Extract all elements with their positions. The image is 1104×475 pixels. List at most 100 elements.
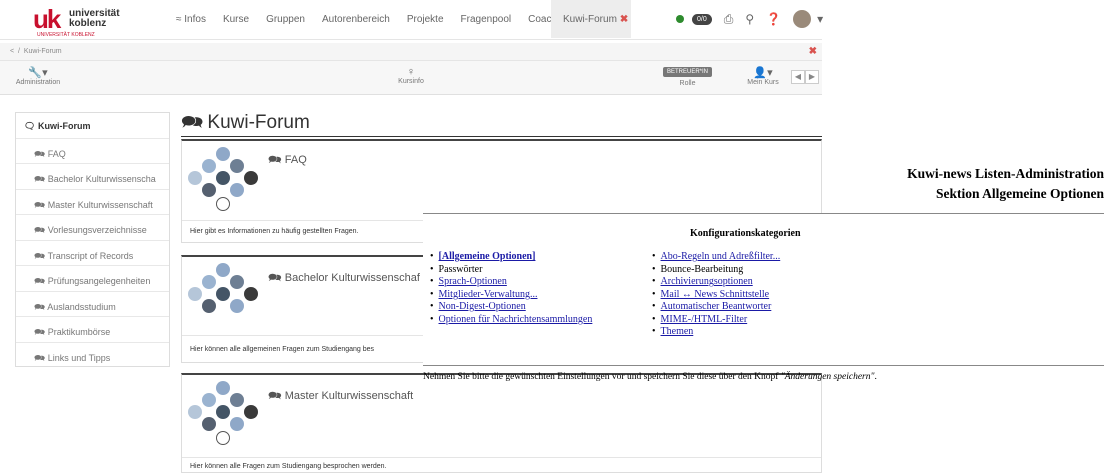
course-toolbar: 🔧▾ Administration ♀ Kursinfo BETREUER*IN… (0, 61, 822, 95)
role-selector[interactable]: BETREUER*IN Rolle (650, 67, 725, 87)
breadcrumb-current: Kuwi-Forum (23, 48, 62, 55)
config-categories-left: [Allgemeine Optionen] Passwörter Sprach-… (430, 251, 593, 326)
sidebar-item-kuwi-forum[interactable]: 🗨 Kuwi-Forum (16, 113, 169, 139)
forum-card-title[interactable]: 🗪 Master Kulturwissenschaft (268, 387, 413, 406)
sidebar-item-label: Bachelor Kulturwissenscha (47, 174, 156, 184)
forum-thumbnail (188, 147, 260, 223)
tab-kuwi-forum[interactable]: Kuwi-Forum ✖ (551, 0, 631, 38)
sidebar-item-label: Links und Tipps (47, 352, 111, 363)
role-dropdown[interactable]: BETREUER*IN (662, 67, 712, 77)
page-title-text: Kuwi-Forum (207, 112, 310, 133)
print-icon[interactable]: ⎙ (724, 12, 734, 27)
sidebar-item-transcript[interactable]: 🗪 Transcript of Records (16, 241, 169, 266)
sidebar-item-links[interactable]: 🗪 Links und Tipps (16, 343, 169, 369)
category-themen[interactable]: Themen (661, 326, 694, 337)
nav-item-kurse[interactable]: Kurse (223, 14, 249, 25)
category-mitglieder-verwaltung[interactable]: Mitglieder-Verwaltung... (439, 289, 538, 300)
category-non-digest-optionen[interactable]: Non-Digest-Optionen (439, 301, 526, 312)
sidebar-item-label: Prüfungsangelegenheiten (47, 276, 151, 286)
forum-icon: 🗪 (268, 154, 282, 166)
category-mime-html-filter[interactable]: MIME-/HTML-Filter (661, 314, 748, 325)
back-button[interactable]: < (10, 48, 14, 55)
logo-line-2: koblenz (69, 18, 107, 29)
close-icon[interactable]: ✖ (809, 46, 817, 57)
config-categories-right: Abo-Regeln und Adreßfilter... Bounce-Bea… (652, 251, 781, 339)
sidebar-item-bachelor[interactable]: 🗪 Bachelor Kulturwissenscha (16, 164, 169, 190)
forum-icon: 🗪 (268, 390, 282, 402)
forum-card-title-text: FAQ (284, 154, 307, 166)
user-avatar[interactable] (793, 10, 812, 28)
university-logo[interactable]: uk universität koblenz UNIVERSITÄT KOBLE… (33, 4, 143, 38)
course-pager: ◀ ▶ (791, 70, 819, 84)
online-status-icon[interactable] (676, 15, 684, 23)
next-button[interactable]: ▶ (805, 70, 819, 84)
tab-kuwi-forum-label: Kuwi-Forum (563, 14, 617, 25)
breadcrumb: < / Kuwi-Forum ✖ (0, 43, 822, 61)
chevron-down-icon[interactable]: ▾ (817, 12, 823, 26)
save-instructions-text: Nehmen Sie bitte die gewünschten Einstel… (423, 372, 781, 382)
nav-item-infos[interactable]: ≈ Infos (176, 14, 206, 25)
category-sprach-optionen[interactable]: Sprach-Optionen (439, 276, 507, 287)
wrench-icon: 🔧▾ (28, 67, 48, 79)
forum-card-title-text: Bachelor Kulturwissenschaf (284, 272, 420, 284)
user-icon: 👤▾ (753, 67, 773, 79)
category-archivierungsoptionen[interactable]: Archivierungsoptionen (661, 276, 753, 287)
list-admin-title: Kuwi-news Listen-Administration (907, 166, 1104, 181)
help-icon[interactable]: ❓ (766, 12, 781, 26)
forum-card-title[interactable]: 🗪 Bachelor Kulturwissenschaf (268, 269, 420, 288)
sidebar-item-vorlesungsverzeichnisse[interactable]: 🗪 Vorlesungsverzeichnisse (16, 215, 169, 241)
category-allgemeine-optionen[interactable]: [Allgemeine Optionen] (439, 251, 536, 262)
category-bounce-bearbeitung: Bounce-Bearbeitung (660, 263, 744, 275)
forum-card-title[interactable]: 🗪 FAQ (268, 151, 307, 170)
close-tab-icon[interactable]: ✖ (620, 14, 628, 25)
category-abo-regeln[interactable]: Abo-Regeln und Adreßfilter... (661, 251, 781, 262)
overlay-blank-area (423, 150, 810, 213)
chat-count-badge[interactable]: 0/0 (692, 13, 712, 25)
previous-button[interactable]: ◀ (791, 70, 805, 84)
sidebar-item-master[interactable]: 🗪 Master Kulturwissenschaft (16, 190, 169, 215)
save-instructions: Nehmen Sie bitte die gewünschten Einstel… (423, 372, 877, 382)
forum-card-title-text: Master Kulturwissenschaft (284, 390, 414, 402)
forum-card-description: Hier gibt es Informationen zu häufig ges… (190, 228, 359, 235)
nav-item-gruppen[interactable]: Gruppen (266, 14, 305, 25)
sidebar-item-label: Auslandsstudium (47, 301, 116, 312)
sidebar-item-praktikum[interactable]: 🗪 Praktikumbörse (16, 317, 169, 343)
forum-icon: 🗪 (34, 199, 46, 210)
kursinfo-label: Kursinfo (398, 78, 424, 85)
config-categories-title: Konfigurationskategorien (690, 228, 801, 239)
sidebar: 🗨 Kuwi-Forum 🗪 FAQ 🗪 Bachelor Kulturwiss… (15, 112, 170, 367)
forum-icon: 🗪 (34, 174, 46, 184)
sidebar-item-label: Vorlesungsverzeichnisse (47, 225, 147, 235)
category-automatischer-beantworter[interactable]: Automatischer Beantworter (661, 301, 772, 312)
sidebar-item-ausland[interactable]: 🗪 Auslandsstudium (16, 292, 169, 317)
sidebar-item-label: Transcript of Records (47, 250, 134, 261)
logo-tag: UNIVERSITÄT KOBLENZ (37, 32, 95, 38)
forum-card-description: Hier können alle Fragen zum Studiengang … (190, 463, 387, 470)
forum-icon: 🗪 (181, 112, 204, 132)
forum-card-master[interactable]: 🗪 Master Kulturwissenschaft Hier können … (181, 373, 822, 473)
logo-mark: uk (33, 4, 61, 34)
nav-tools: 0/0 ⎙ ⚲ ❓ ▾ (676, 10, 835, 28)
forum-icon: 🗪 (34, 301, 46, 312)
category-nachrichtensammlungen[interactable]: Optionen für Nachrichtensammlungen (439, 314, 593, 325)
sidebar-item-label: FAQ (47, 148, 66, 159)
kursinfo-button[interactable]: ♀ Kursinfo (371, 66, 451, 85)
forum-thumbnail (188, 381, 260, 457)
forum-icon: 🗪 (34, 352, 46, 363)
forum-icon: 🗪 (34, 250, 46, 261)
mein-kurs-button[interactable]: 👤▾ Mein Kurs (740, 66, 786, 86)
save-instructions-end: . (874, 372, 877, 382)
search-icon[interactable]: ⚲ (745, 12, 754, 26)
sidebar-item-faq[interactable]: 🗪 FAQ (16, 139, 169, 164)
nav-item-autorenbereich[interactable]: Autorenbereich (322, 14, 390, 25)
forum-card-description: Hier können alle allgemeinen Fragen zum … (190, 346, 375, 353)
forum-card-description-row: Hier können alle Fragen zum Studiengang … (182, 457, 821, 473)
nav-item-fragenpool[interactable]: Fragenpool (461, 14, 512, 25)
list-admin-heading: Kuwi-news Listen-Administration Sektion … (810, 164, 1104, 204)
forum-thumbnail (188, 263, 260, 339)
forum-icon: 🗪 (34, 327, 46, 337)
nav-item-projekte[interactable]: Projekte (407, 14, 444, 25)
sidebar-item-pruefungen[interactable]: 🗪 Prüfungsangelegenheiten (16, 266, 169, 292)
category-mail-news-schnittstelle[interactable]: Mail ↔ News Schnittstelle (661, 289, 770, 300)
administration-button[interactable]: 🔧▾ Administration (8, 66, 68, 86)
